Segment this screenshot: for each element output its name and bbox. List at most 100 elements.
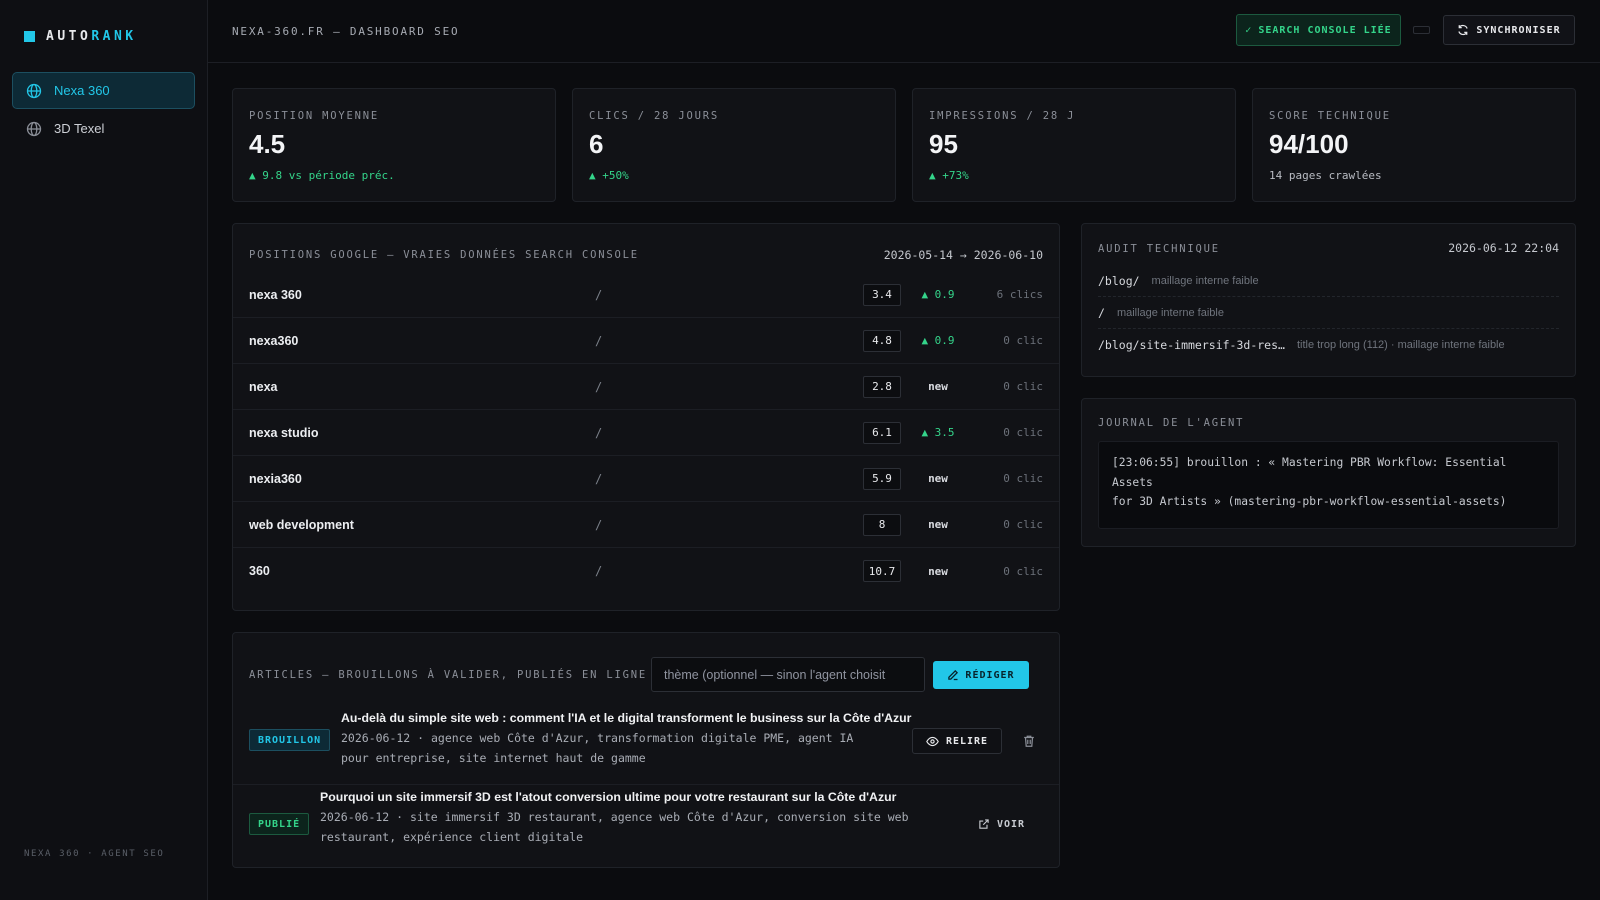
kpi-delta: ▲ +73%	[929, 169, 969, 182]
article-item: PUBLIÉ Pourquoi un site immersif 3D est …	[233, 785, 1059, 865]
query-text: nexa studio	[249, 425, 319, 440]
trash-icon[interactable]	[1022, 734, 1036, 748]
query-text: nexa360	[249, 333, 299, 348]
query-text: nexa 360	[249, 287, 302, 302]
positions-title: POSITIONS GOOGLE — VRAIES DONNÉES SEARCH…	[249, 249, 639, 261]
view-button[interactable]: VOIR	[978, 813, 1025, 835]
kpi-label: POSITION MOYENNE	[249, 110, 379, 122]
audit-row[interactable]: /blog/site-immersif-3d-res… title trop l…	[1098, 329, 1559, 361]
kpi-subtext: 14 pages crawlées	[1269, 169, 1382, 182]
search-console-status-badge[interactable]: ✓ SEARCH CONSOLE LIÉE	[1236, 14, 1401, 46]
sidebar-item-label: Nexa 360	[54, 83, 110, 98]
view-button-label: VOIR	[997, 818, 1026, 830]
review-button-label: RELIRE	[945, 735, 989, 747]
brand-mark-icon	[24, 31, 35, 42]
sidebar-item-nexa-360[interactable]: Nexa 360	[12, 72, 195, 109]
position-value: 6.1	[863, 421, 901, 444]
kpi-card-impressions: IMPRESSIONS / 28 J 95 ▲ +73%	[912, 88, 1236, 202]
table-row[interactable]: nexa 360 / 3.4 ▲ 0.9 6 clics	[233, 272, 1059, 318]
toggle-switch[interactable]	[1413, 26, 1430, 34]
article-meta-line: restaurant, expérience client digitale	[320, 830, 584, 844]
article-title[interactable]: Au-delà du simple site web : comment l'I…	[341, 711, 911, 725]
positions-panel: POSITIONS GOOGLE — VRAIES DONNÉES SEARCH…	[232, 223, 1060, 611]
query-path: /	[595, 564, 603, 578]
clicks-count: 0 clic	[1003, 426, 1043, 439]
clicks-count: 0 clic	[1003, 334, 1043, 347]
sync-button[interactable]: SYNCHRONISER	[1443, 15, 1575, 45]
search-console-status-label: SEARCH CONSOLE LIÉE	[1258, 24, 1392, 36]
article-meta-line: 2026-06-12 · agence web Côte d'Azur, tra…	[341, 731, 854, 745]
clicks-count: 0 clic	[1003, 380, 1043, 393]
clicks-count: 0 clic	[1003, 518, 1043, 531]
clicks-count: 6 clics	[996, 288, 1043, 301]
articles-title: ARTICLES — BROUILLONS À VALIDER, PUBLIÉS…	[249, 669, 647, 681]
journal-title: JOURNAL DE L'AGENT	[1098, 417, 1245, 429]
position-trend: new	[928, 564, 948, 578]
journal-log: [23:06:55] brouillon : « Mastering PBR W…	[1098, 441, 1559, 529]
audit-title: AUDIT TECHNIQUE	[1098, 243, 1220, 255]
table-row[interactable]: nexa360 / 4.8 ▲ 0.9 0 clic	[233, 318, 1059, 364]
position-trend: new	[928, 518, 948, 531]
audit-issue: title trop long (112) · maillage interne…	[1296, 339, 1505, 351]
audit-path: /	[1098, 305, 1105, 320]
kpi-value: 6	[589, 129, 604, 159]
kpi-label: SCORE TECHNIQUE	[1269, 110, 1391, 122]
table-row[interactable]: 360 / 10.7 new 0 clic	[233, 548, 1059, 594]
journal-line: [23:06:55] brouillon : « Mastering PBR W…	[1112, 456, 1507, 489]
write-article-button[interactable]: RÉDIGER	[933, 661, 1029, 689]
sidebar: AUTORANK Nexa 360 3D Texel NEXA 360 · AG…	[0, 0, 208, 900]
table-row[interactable]: nexa studio / 6.1 ▲ 3.5 0 clic	[233, 410, 1059, 456]
query-path: /	[595, 333, 603, 348]
positions-table: nexa 360 / 3.4 ▲ 0.9 6 clics nexa360 / 4…	[233, 272, 1059, 594]
kpi-value: 95	[929, 129, 958, 159]
brand-name: AUTORANK	[46, 29, 137, 44]
review-button[interactable]: RELIRE	[912, 728, 1002, 754]
kpi-delta: ▲ +50%	[589, 169, 629, 182]
article-meta-line: 2026-06-12 · site immersif 3D restaurant…	[320, 810, 909, 824]
audit-row[interactable]: / maillage interne faible	[1098, 297, 1559, 329]
query-text: 360	[249, 564, 270, 578]
kpi-label: CLICS / 28 JOURS	[589, 110, 719, 122]
kpi-value: 4.5	[249, 129, 286, 159]
agent-journal-panel: JOURNAL DE L'AGENT [23:06:55] brouillon …	[1081, 398, 1576, 547]
pencil-icon	[948, 669, 959, 681]
topic-input[interactable]	[651, 657, 925, 692]
sidebar-item-3d-texel[interactable]: 3D Texel	[12, 110, 195, 147]
position-value: 5.9	[863, 467, 901, 490]
audit-issue: maillage interne faible	[1151, 274, 1259, 287]
globe-icon	[26, 121, 42, 136]
brand-logo[interactable]: AUTORANK	[24, 29, 137, 44]
position-value: 4.8	[863, 329, 901, 352]
position-value: 10.7	[863, 560, 901, 582]
table-row[interactable]: web development / 8 new 0 clic	[233, 502, 1059, 548]
audit-panel: AUDIT TECHNIQUE 2026-06-12 22:04 /blog/ …	[1081, 223, 1576, 377]
globe-icon	[26, 83, 42, 98]
query-path: /	[595, 471, 603, 486]
topbar: NEXA-360.FR — DASHBOARD SEO ✓ SEARCH CON…	[208, 0, 1600, 63]
eye-icon	[926, 736, 939, 746]
page-title: NEXA-360.FR — DASHBOARD SEO	[232, 25, 460, 38]
article-title[interactable]: Pourquoi un site immersif 3D est l'atout…	[320, 790, 896, 804]
brand-name-part2: RANK	[91, 29, 137, 44]
position-trend: ▲ 3.5	[921, 426, 955, 439]
audit-row[interactable]: /blog/ maillage interne faible	[1098, 265, 1559, 297]
table-row[interactable]: nexia360 / 5.9 new 0 clic	[233, 456, 1059, 502]
kpi-card-position: POSITION MOYENNE 4.5 ▲ 9.8 vs période pr…	[232, 88, 556, 202]
kpi-label: IMPRESSIONS / 28 J	[929, 110, 1076, 122]
external-link-icon	[979, 819, 989, 829]
article-meta: 2026-06-12 · agence web Côte d'Azur, tra…	[341, 728, 853, 768]
audit-issue: maillage interne faible	[1116, 306, 1224, 319]
audit-path: /blog/site-immersif-3d-res…	[1098, 338, 1285, 352]
clicks-count: 0 clic	[1003, 564, 1043, 578]
write-article-label: RÉDIGER	[965, 669, 1015, 681]
table-row[interactable]: nexa / 2.8 new 0 clic	[233, 364, 1059, 410]
query-path: /	[595, 425, 603, 440]
audit-list: /blog/ maillage interne faible / maillag…	[1098, 265, 1559, 361]
articles-panel: ARTICLES — BROUILLONS À VALIDER, PUBLIÉS…	[232, 632, 1060, 868]
position-trend: ▲ 0.9	[921, 288, 955, 301]
query-text: web development	[249, 517, 354, 532]
kpi-delta: ▲ 9.8 vs période préc.	[249, 169, 395, 182]
article-item: BROUILLON Au-delà du simple site web : c…	[233, 705, 1059, 785]
position-trend: ▲ 0.9	[921, 334, 955, 347]
query-path: /	[595, 287, 603, 302]
